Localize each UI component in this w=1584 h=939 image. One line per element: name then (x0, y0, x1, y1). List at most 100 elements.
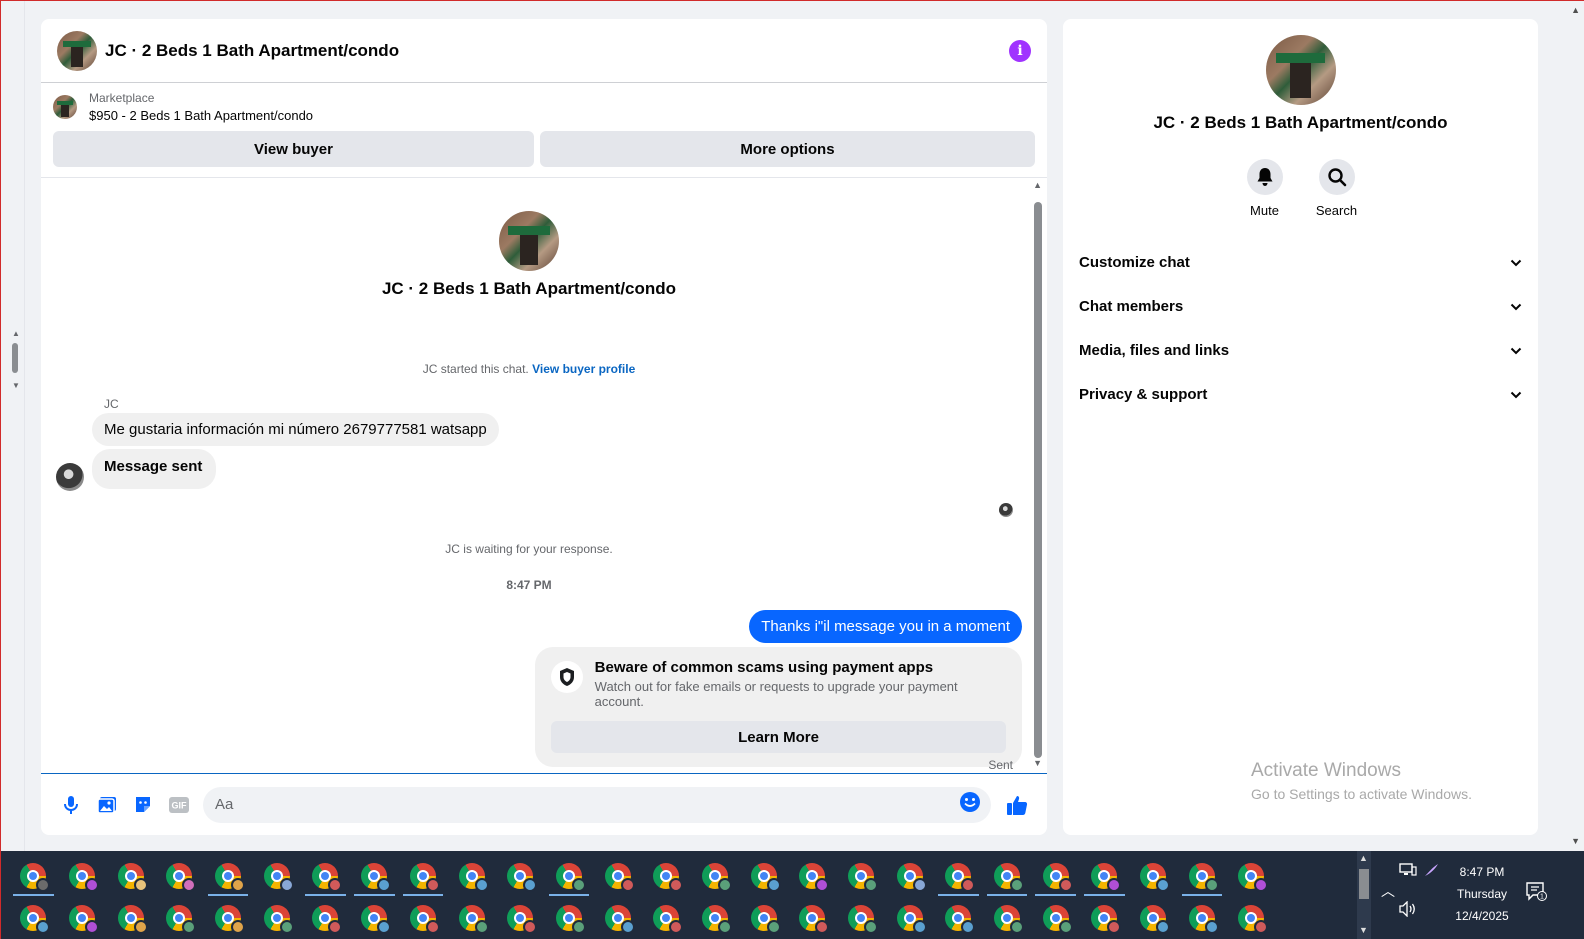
taskbar-app-chrome[interactable] (58, 855, 107, 897)
taskbar-app-chrome[interactable] (983, 855, 1032, 897)
taskbar-app-chrome[interactable] (1031, 897, 1080, 939)
messages-scroll-up[interactable]: ▲ (1033, 180, 1042, 190)
incoming-message[interactable]: Message sent (92, 449, 217, 489)
taskbar-app-chrome[interactable] (1129, 855, 1178, 897)
section-chat-members[interactable]: Chat members (1071, 284, 1530, 328)
chat-title[interactable]: JC · 2 Beds 1 Bath Apartment/condo (105, 41, 1009, 61)
taskbar-app-chrome[interactable] (1031, 855, 1080, 897)
taskbar-app-chrome[interactable] (739, 897, 788, 939)
taskbar-app-chrome[interactable] (837, 855, 886, 897)
taskbar-scrollbar[interactable]: ▲ ▼ (1357, 851, 1371, 939)
taskbar-app-chrome[interactable] (301, 855, 350, 897)
emoji-icon[interactable] (959, 791, 981, 818)
gif-icon[interactable]: GIF (161, 787, 197, 823)
messages-scrollbar-thumb[interactable] (1034, 202, 1042, 758)
taskbar-app-chrome[interactable] (1226, 897, 1275, 939)
page-scrollbar[interactable]: ▲ ▼ (1568, 1, 1584, 851)
taskbar-app-chrome[interactable] (1080, 855, 1129, 897)
taskbar-app-chrome[interactable] (350, 897, 399, 939)
section-media-files-links[interactable]: Media, files and links (1071, 328, 1530, 372)
taskbar-app-chrome[interactable] (447, 897, 496, 939)
section-customize-chat[interactable]: Customize chat (1071, 240, 1530, 284)
taskbar-app-chrome[interactable] (1226, 855, 1275, 897)
taskbar-app-chrome[interactable] (58, 897, 107, 939)
taskbar-app-chrome[interactable] (155, 897, 204, 939)
microphone-icon[interactable] (53, 787, 89, 823)
taskbar-app-chrome[interactable] (642, 897, 691, 939)
taskbar-app-chrome[interactable] (1080, 897, 1129, 939)
outgoing-message[interactable]: Thanks i"il message you in a moment (749, 610, 1022, 643)
view-buyer-profile-link[interactable]: View buyer profile (532, 362, 635, 376)
taskbar-app-chrome[interactable] (691, 897, 740, 939)
taskbar-app-chrome[interactable] (1178, 855, 1227, 897)
mute-button[interactable]: Mute (1244, 159, 1286, 218)
taskbar-app-chrome[interactable] (399, 897, 448, 939)
taskbar-app-chrome[interactable] (934, 855, 983, 897)
like-icon[interactable] (999, 787, 1035, 823)
taskbar-app-chrome[interactable] (204, 855, 253, 897)
scroll-up-arrow[interactable]: ▲ (12, 329, 20, 338)
taskbar-scroll-thumb[interactable] (1359, 869, 1369, 899)
taskbar-app-chrome[interactable] (545, 897, 594, 939)
taskbar-app-chrome[interactable] (496, 897, 545, 939)
pen-icon[interactable] (1423, 863, 1439, 880)
info-icon[interactable]: i (1009, 39, 1031, 62)
show-hidden-icons-chevron-icon[interactable]: ︿ (1381, 881, 1395, 901)
taskbar-app-chrome[interactable] (252, 897, 301, 939)
taskbar-app-chrome[interactable] (885, 897, 934, 939)
photo-icon[interactable] (89, 787, 125, 823)
taskbar-app-chrome[interactable] (106, 855, 155, 897)
chat-avatar[interactable] (57, 30, 97, 71)
sender-avatar[interactable] (56, 463, 84, 491)
search-button[interactable]: Search (1316, 159, 1358, 218)
scroll-down-arrow[interactable]: ▼ (12, 381, 20, 390)
taskbar-app-chrome[interactable] (983, 897, 1032, 939)
taskbar-scroll-down[interactable]: ▼ (1359, 925, 1368, 935)
view-buyer-button[interactable]: View buyer (53, 131, 534, 167)
taskbar-app-chrome[interactable] (642, 855, 691, 897)
section-privacy-support[interactable]: Privacy & support (1071, 372, 1530, 416)
taskbar-app-chrome[interactable] (593, 855, 642, 897)
taskbar-app-chrome[interactable] (593, 897, 642, 939)
taskbar-app-chrome[interactable] (837, 897, 886, 939)
message-input[interactable] (215, 796, 959, 813)
taskbar-app-chrome[interactable] (691, 855, 740, 897)
taskbar-app-chrome[interactable] (9, 855, 58, 897)
taskbar-app-chrome[interactable] (9, 897, 58, 939)
taskbar-app-chrome[interactable] (106, 897, 155, 939)
listing-thumbnail[interactable] (53, 95, 77, 119)
page-scroll-down[interactable]: ▼ (1571, 836, 1580, 846)
more-options-button[interactable]: More options (540, 131, 1035, 167)
taskbar-app-chrome[interactable] (252, 855, 301, 897)
taskbar-app-chrome[interactable] (788, 897, 837, 939)
network-icon[interactable] (1399, 863, 1417, 880)
taskbar-app-chrome[interactable] (739, 855, 788, 897)
taskbar-app-chrome[interactable] (155, 855, 204, 897)
taskbar-app-chrome[interactable] (301, 897, 350, 939)
taskbar-scroll-up[interactable]: ▲ (1359, 853, 1368, 863)
taskbar-app-chrome[interactable] (788, 855, 837, 897)
taskbar-app-chrome[interactable] (934, 897, 983, 939)
profile-badge-icon (182, 920, 197, 934)
page-scroll-up[interactable]: ▲ (1571, 5, 1580, 15)
taskbar-app-chrome[interactable] (350, 855, 399, 897)
taskbar-app-chrome[interactable] (399, 855, 448, 897)
left-scrollbar-thumb[interactable] (12, 343, 18, 373)
taskbar-app-chrome[interactable] (204, 897, 253, 939)
volume-icon[interactable] (1399, 900, 1417, 920)
taskbar-app-chrome[interactable] (885, 855, 934, 897)
notification-center-icon[interactable]: 1 (1525, 881, 1547, 906)
taskbar-app-chrome[interactable] (1178, 897, 1227, 939)
sticker-icon[interactable] (125, 787, 161, 823)
learn-more-button[interactable]: Learn More (551, 721, 1006, 753)
listing-price-title[interactable]: $950 - 2 Beds 1 Bath Apartment/condo (89, 108, 313, 123)
incoming-message[interactable]: Me gustaria información mi número 267977… (92, 413, 499, 446)
details-avatar[interactable] (1265, 35, 1336, 105)
taskbar-app-chrome[interactable] (496, 855, 545, 897)
taskbar-clock[interactable]: 8:47 PM Thursday 12/4/2025 (1449, 861, 1515, 927)
taskbar-app-chrome[interactable] (545, 855, 594, 897)
taskbar-app-chrome[interactable] (447, 855, 496, 897)
chrome-icon (1042, 863, 1073, 892)
taskbar-app-chrome[interactable] (1129, 897, 1178, 939)
messages-scroll-down[interactable]: ▼ (1033, 758, 1042, 768)
